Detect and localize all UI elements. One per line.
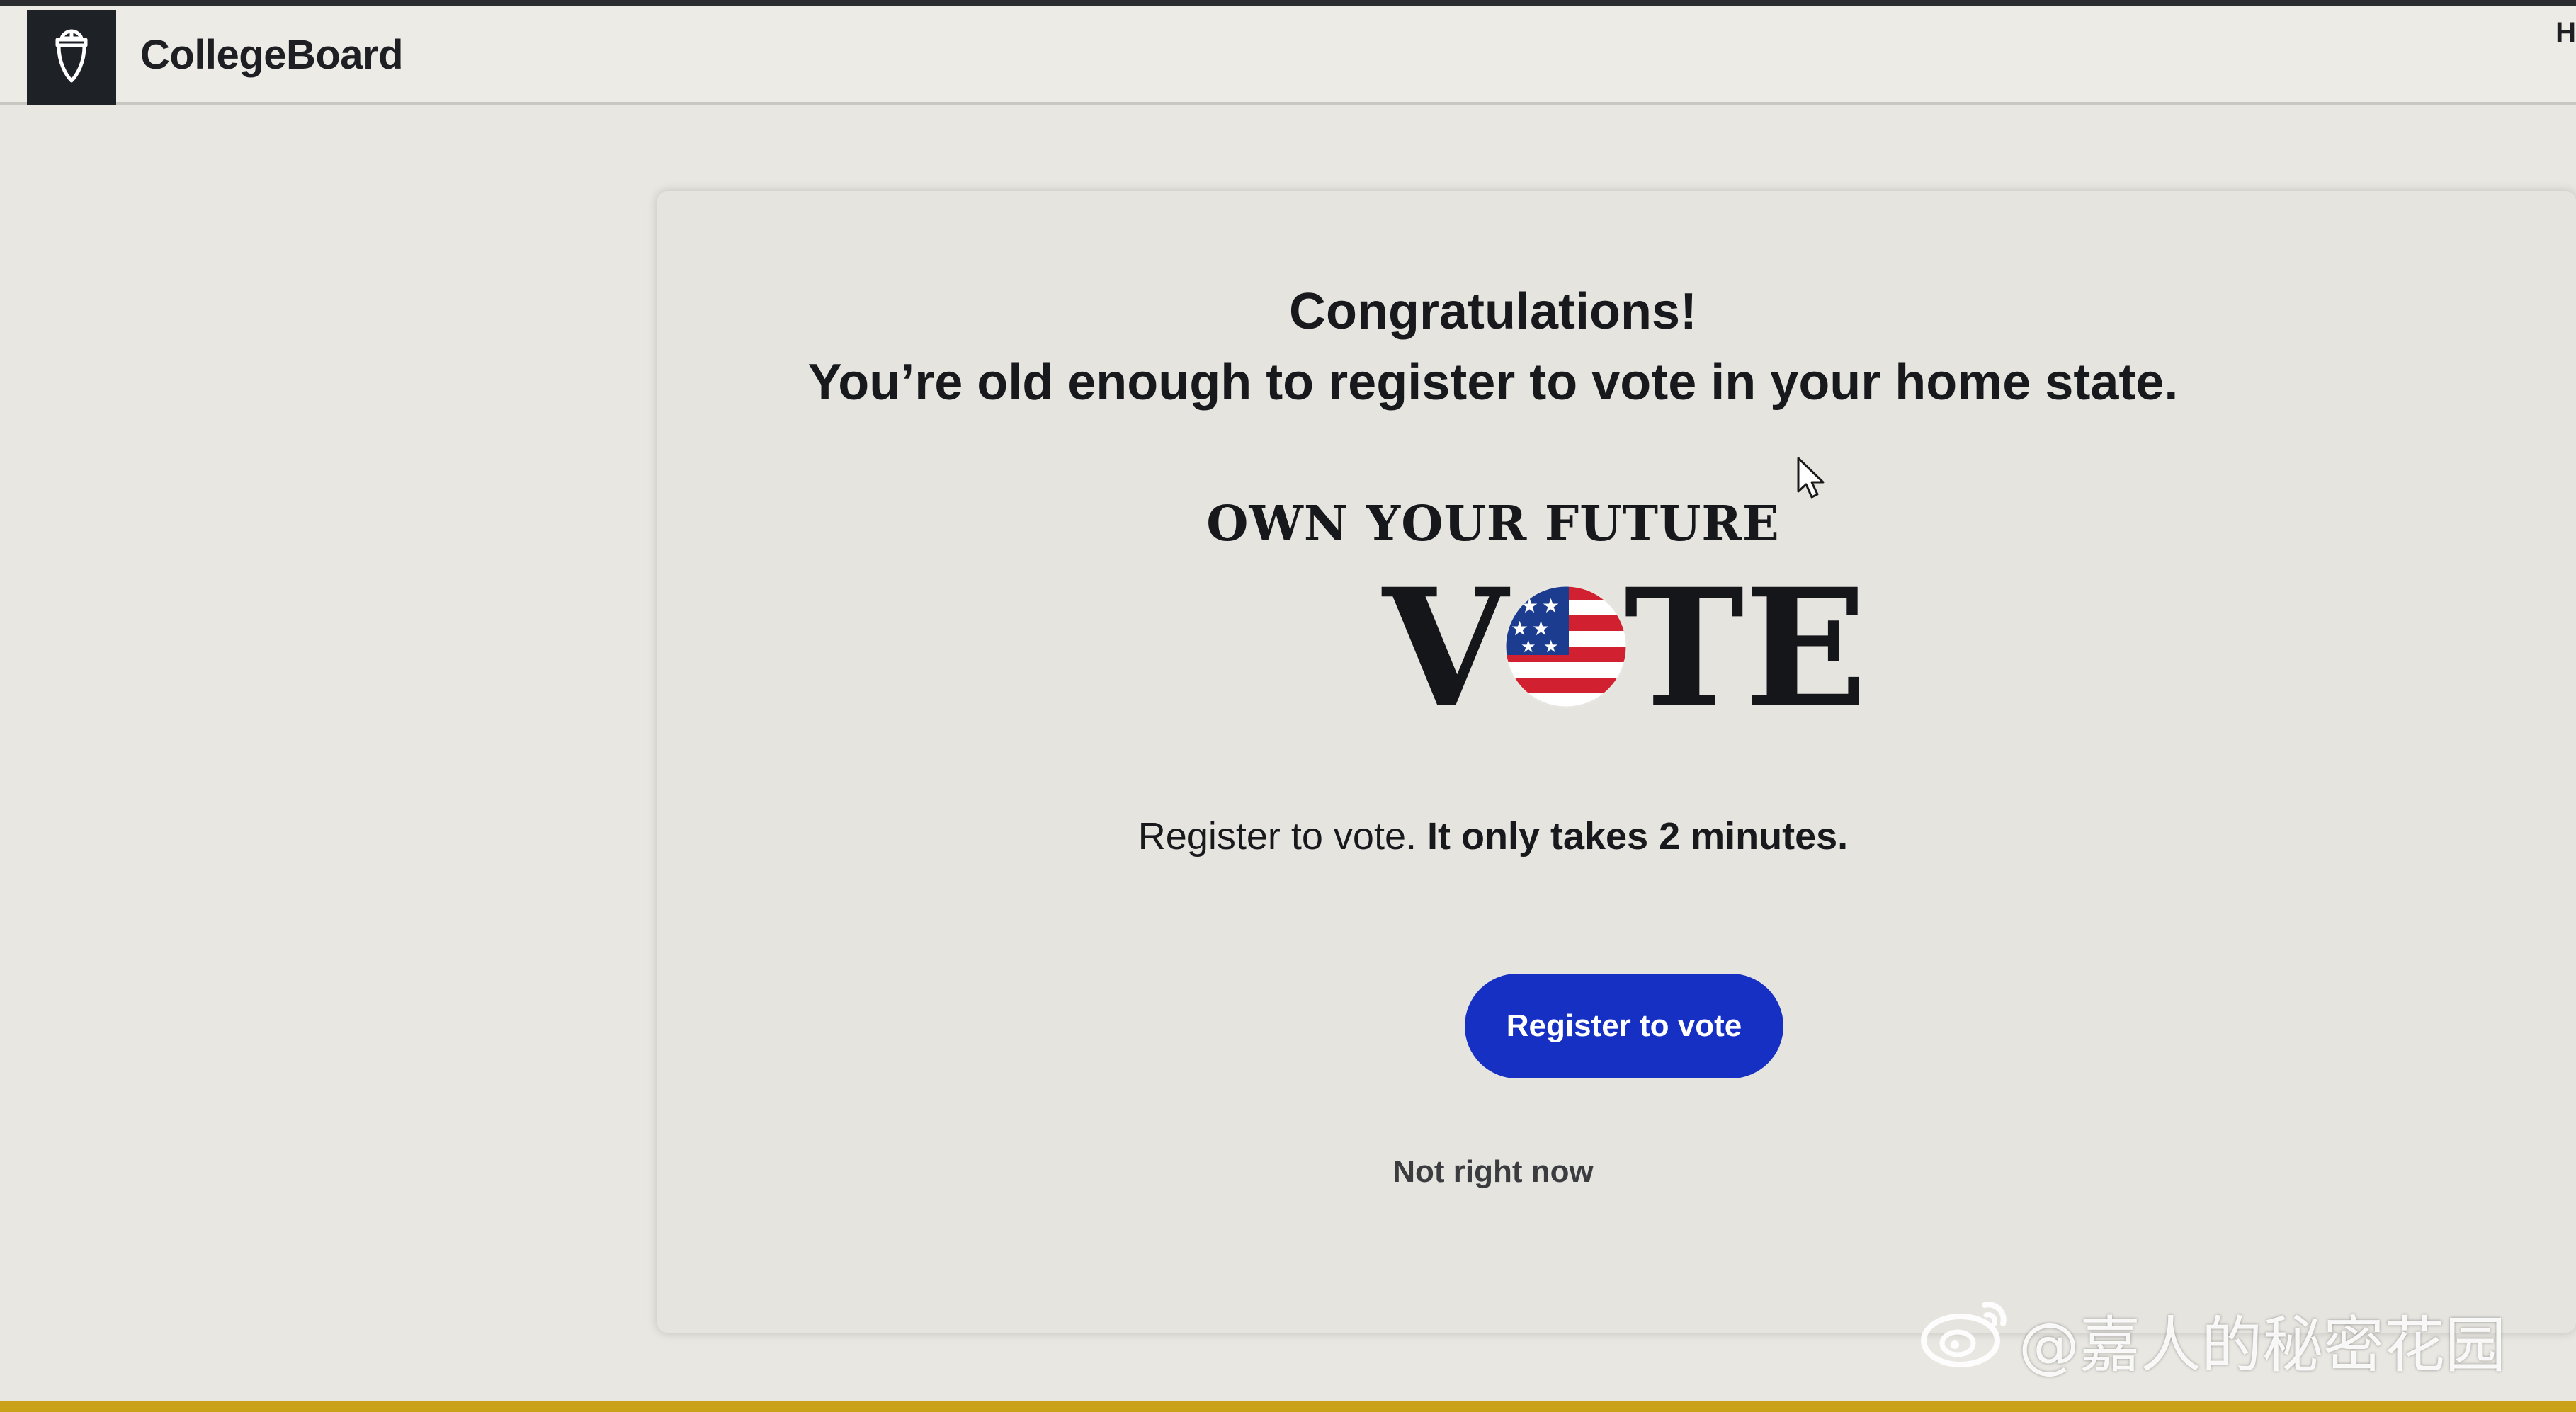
acorn-icon bbox=[47, 28, 96, 87]
header-user-label[interactable]: H bbox=[2555, 17, 2576, 49]
register-info-bold: It only takes 2 minutes. bbox=[1427, 815, 1849, 858]
weibo-icon bbox=[1919, 1295, 2019, 1384]
vote-logo-letters-te: TE bbox=[1623, 553, 1868, 743]
watermark-text: @嘉人的秘密花园 bbox=[2019, 1309, 2506, 1381]
svg-text:★: ★ bbox=[1521, 637, 1536, 656]
vote-logo: V ★ ★ ★ ★ ★ ★ TE bbox=[1383, 553, 1868, 743]
heading-congratulations: Congratulations! bbox=[1289, 283, 1697, 340]
collegeboard-logo[interactable] bbox=[27, 10, 116, 105]
top-edge bbox=[0, 0, 2576, 6]
vote-registration-card: Congratulations! You’re old enough to re… bbox=[657, 191, 2576, 1333]
card-heading: Congratulations! You’re old enough to re… bbox=[657, 276, 2329, 418]
not-right-now-link[interactable]: Not right now bbox=[657, 1154, 2329, 1190]
vote-logo-letter-v: V bbox=[1383, 553, 1508, 743]
us-flag-circle-icon: ★ ★ ★ ★ ★ ★ bbox=[1504, 584, 1628, 712]
site-header: CollegeBoard H bbox=[0, 6, 2576, 105]
logo-tagline: OWN YOUR FUTURE bbox=[1206, 496, 1780, 552]
heading-eligibility-message: You’re old enough to register to vote in… bbox=[807, 354, 2179, 411]
svg-text:★: ★ bbox=[1543, 637, 1559, 656]
svg-text:★: ★ bbox=[1542, 594, 1560, 617]
brand-name[interactable]: CollegeBoard bbox=[140, 31, 404, 79]
register-info-text: Register to vote. It only takes 2 minute… bbox=[657, 814, 2329, 858]
weibo-watermark: @嘉人的秘密花园 bbox=[1919, 1300, 2506, 1381]
register-info-plain: Register to vote. bbox=[1137, 815, 1427, 858]
register-to-vote-button[interactable]: Register to vote bbox=[1465, 974, 1783, 1078]
bottom-edge bbox=[0, 1401, 2576, 1412]
